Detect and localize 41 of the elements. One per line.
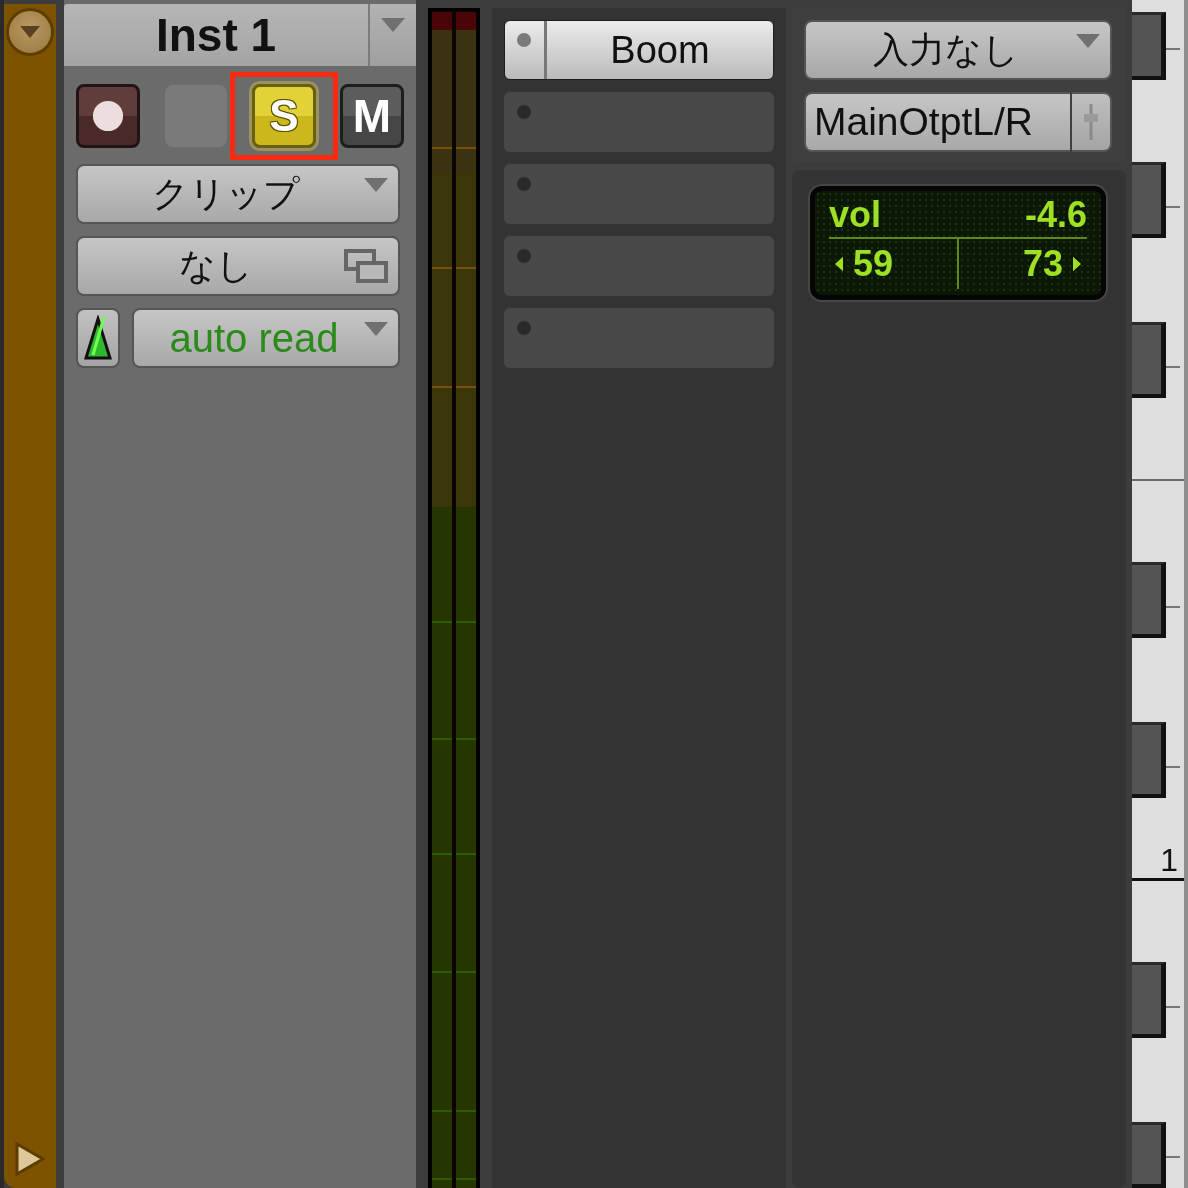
overlapping-rectangles-icon — [344, 249, 388, 283]
automation-button[interactable] — [76, 308, 120, 368]
caret-down-icon — [1076, 34, 1100, 48]
caret-down-icon — [364, 178, 388, 192]
fader-icon — [1083, 102, 1099, 142]
piano-key[interactable] — [1132, 12, 1166, 80]
dot-icon — [517, 33, 531, 47]
volume-label: vol — [829, 193, 881, 237]
playlist-dropdown[interactable]: なし — [76, 236, 400, 296]
volume-value: -4.6 — [1024, 193, 1087, 237]
dot-icon — [517, 105, 531, 119]
insert-slot[interactable]: Boom — [504, 20, 774, 80]
right-triangle-icon[interactable] — [15, 1142, 45, 1176]
track-menu-button[interactable] — [370, 4, 416, 66]
caret-down-icon — [364, 322, 388, 336]
left-arrow-icon[interactable] — [835, 256, 843, 272]
octave-label: 1 — [1160, 842, 1178, 878]
pan-left-value: 59 — [853, 242, 894, 286]
view-dropdown[interactable]: クリップ — [76, 164, 400, 224]
caret-down-icon — [381, 18, 405, 32]
right-arrow-icon[interactable] — [1073, 256, 1081, 272]
piano-key[interactable] — [1132, 1122, 1166, 1188]
mute-button[interactable]: M — [340, 84, 404, 148]
piano-key[interactable] — [1132, 722, 1166, 798]
piano-key[interactable] — [1132, 962, 1166, 1038]
pan-right-value: 73 — [1022, 242, 1063, 286]
piano-key[interactable] — [1132, 322, 1166, 398]
collapse-button[interactable] — [6, 8, 54, 56]
dot-icon — [517, 321, 531, 335]
dot-icon — [517, 177, 531, 191]
wedge-icon — [84, 315, 112, 361]
record-icon — [92, 100, 124, 132]
piano-key[interactable] — [1132, 562, 1166, 638]
track-name-button[interactable]: Inst 1 — [64, 4, 368, 66]
record-button[interactable] — [76, 84, 140, 148]
input-dropdown[interactable]: 入力なし — [804, 20, 1112, 80]
output-dropdown[interactable]: MainOtptL/R — [804, 92, 1070, 152]
piano-key[interactable] — [1132, 162, 1166, 238]
fader-button[interactable] — [1072, 92, 1112, 152]
caret-down-icon — [20, 26, 40, 38]
dot-icon — [517, 249, 531, 263]
